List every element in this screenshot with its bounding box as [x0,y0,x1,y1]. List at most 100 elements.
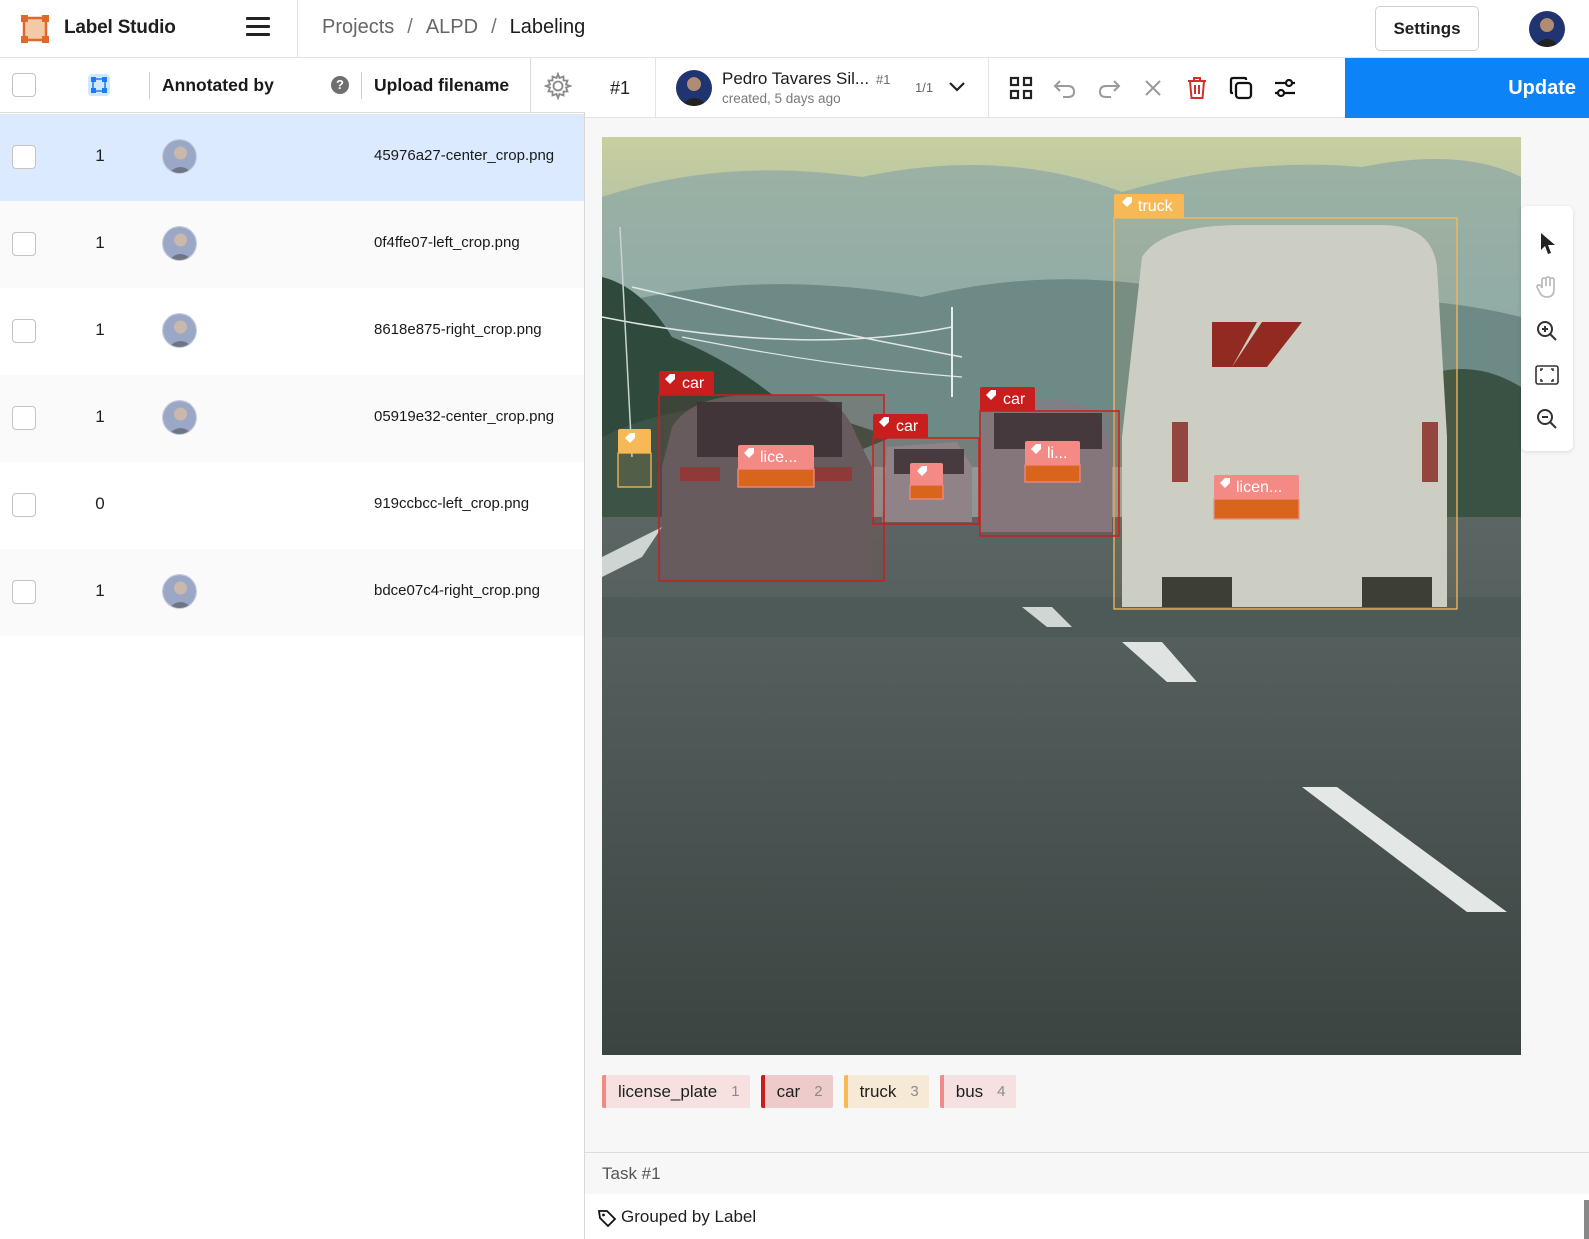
column-upload-filename[interactable]: Upload filename [374,75,509,96]
row-checkbox[interactable] [12,406,36,430]
label-name: truck [859,1081,897,1101]
tag-icon [597,1210,617,1228]
scrollbar[interactable] [1584,1200,1589,1239]
trash-icon[interactable] [1184,75,1210,101]
label-hotkey: 2 [814,1083,823,1100]
region-truck-small[interactable] [617,452,652,488]
region-label-truck[interactable]: truck [1114,194,1184,218]
annotation-id: #1 [876,72,891,87]
annotator-avatar [162,400,197,435]
annotation-count: 1 [95,581,105,600]
label-chip-bus[interactable]: bus 4 [939,1075,1016,1108]
annotator-avatar [162,139,197,174]
upload-filename: 8618e875-right_crop.png [374,321,542,338]
zoom-in-icon[interactable] [1534,318,1560,344]
annotation-count: 1 [95,407,105,426]
label-name: car [776,1081,801,1101]
row-checkbox[interactable] [12,580,36,604]
annotation-count: 1 [95,320,105,339]
app-name[interactable]: Label Studio [64,17,176,39]
region-label-license-plate[interactable]: li... [1025,441,1080,465]
annotation-counter: 1/1 [915,80,934,95]
annotator-avatar [162,226,197,261]
divider [988,58,989,118]
row-checkbox[interactable] [12,232,36,256]
region-license-plate[interactable] [909,484,944,500]
image-canvas[interactable]: truck car car car lice... li... licen... [602,137,1521,1055]
annotation-count: 0 [95,494,105,513]
column-settings-button[interactable] [530,58,585,113]
hand-pan-icon[interactable] [1534,274,1560,300]
region-car[interactable] [658,394,885,582]
svg-text:car: car [682,375,705,392]
svg-text:truck: truck [1138,198,1174,215]
upload-filename: bdce07c4-right_crop.png [374,582,540,599]
table-row[interactable]: 1 05919e32-center_crop.png [0,375,584,462]
label-chip-car[interactable]: car 2 [760,1075,833,1108]
column-divider [361,72,362,99]
copy-icon[interactable] [1228,75,1254,101]
breadcrumb-labeling: Labeling [509,16,586,38]
settings-sliders-icon[interactable] [1272,75,1298,101]
region-label-car[interactable]: car [873,414,928,438]
region-license-plate[interactable] [737,468,815,488]
breadcrumb-alpd[interactable]: ALPD [426,16,478,38]
table-row[interactable]: 1 45976a27-center_crop.png [0,114,584,201]
label-chip-license-plate[interactable]: license_plate 1 [602,1075,750,1108]
user-avatar[interactable] [1529,11,1565,47]
region-label-car[interactable]: car [659,371,714,395]
region-label-license-plate[interactable]: lice... [738,445,814,469]
upload-filename: 05919e32-center_crop.png [374,408,555,425]
table-row[interactable]: 1 0f4ffe07-left_crop.png [0,201,584,288]
region-license-plate[interactable] [1024,464,1081,483]
annotations-column-icon[interactable] [88,74,110,96]
task-id: #1 [585,58,656,118]
breadcrumb-separator: / [407,16,413,38]
table-row[interactable]: 1 8618e875-right_crop.png [0,288,584,375]
region-label-truck-small[interactable] [618,429,651,453]
annotation-created: created, 5 days ago [722,91,841,106]
undo-icon[interactable] [1052,75,1078,101]
column-divider [149,72,150,99]
label-chips: license_plate 1 car 2 truck 3 bus 4 [602,1075,1016,1109]
grid-view-icon[interactable] [1008,75,1034,101]
table-row[interactable]: 1 bdce07c4-right_crop.png [0,549,584,636]
svg-text:licen...: licen... [1236,479,1282,496]
row-checkbox[interactable] [12,493,36,517]
region-label-car[interactable]: car [980,387,1035,411]
zoom-out-icon[interactable] [1534,406,1560,432]
column-annotated-by[interactable]: Annotated by [162,75,274,96]
canvas-tools [1521,206,1573,451]
select-cursor-icon[interactable] [1534,230,1560,256]
breadcrumb-projects[interactable]: Projects [322,16,394,38]
svg-text:car: car [896,418,919,435]
fit-to-screen-icon[interactable] [1534,362,1560,388]
label-chip-truck[interactable]: truck 3 [843,1075,929,1108]
update-button[interactable]: Update [1345,58,1589,118]
grouped-by-label[interactable]: Grouped by Label [621,1207,756,1227]
select-all-checkbox[interactable] [12,73,36,97]
annotator-avatar [162,313,197,348]
redo-icon[interactable] [1096,75,1122,101]
annotation-count: 1 [95,146,105,165]
table-row[interactable]: 0 919ccbcc-left_crop.png [0,462,584,549]
upload-filename: 0f4ffe07-left_crop.png [374,234,520,251]
row-checkbox[interactable] [12,145,36,169]
help-icon[interactable]: ? [331,76,349,94]
breadcrumb: Projects / ALPD / Labeling [322,16,585,39]
divider [297,0,298,58]
region-label-license-plate[interactable]: licen... [1214,475,1299,499]
annotated-image[interactable]: truck car car car lice... li... licen... [602,137,1521,1055]
label-name: license_plate [618,1081,718,1101]
label-name: bus [955,1081,984,1101]
chevron-down-icon[interactable] [946,76,968,98]
annotator-avatar [162,574,197,609]
task-footer: Task #1 [585,1152,1589,1194]
hamburger-menu-icon[interactable] [246,17,270,39]
label-studio-logo-icon [21,15,49,43]
region-license-plate[interactable] [1213,498,1300,520]
region-truck[interactable] [1113,217,1458,610]
close-icon[interactable] [1140,75,1166,101]
row-checkbox[interactable] [12,319,36,343]
settings-button[interactable]: Settings [1375,6,1479,51]
